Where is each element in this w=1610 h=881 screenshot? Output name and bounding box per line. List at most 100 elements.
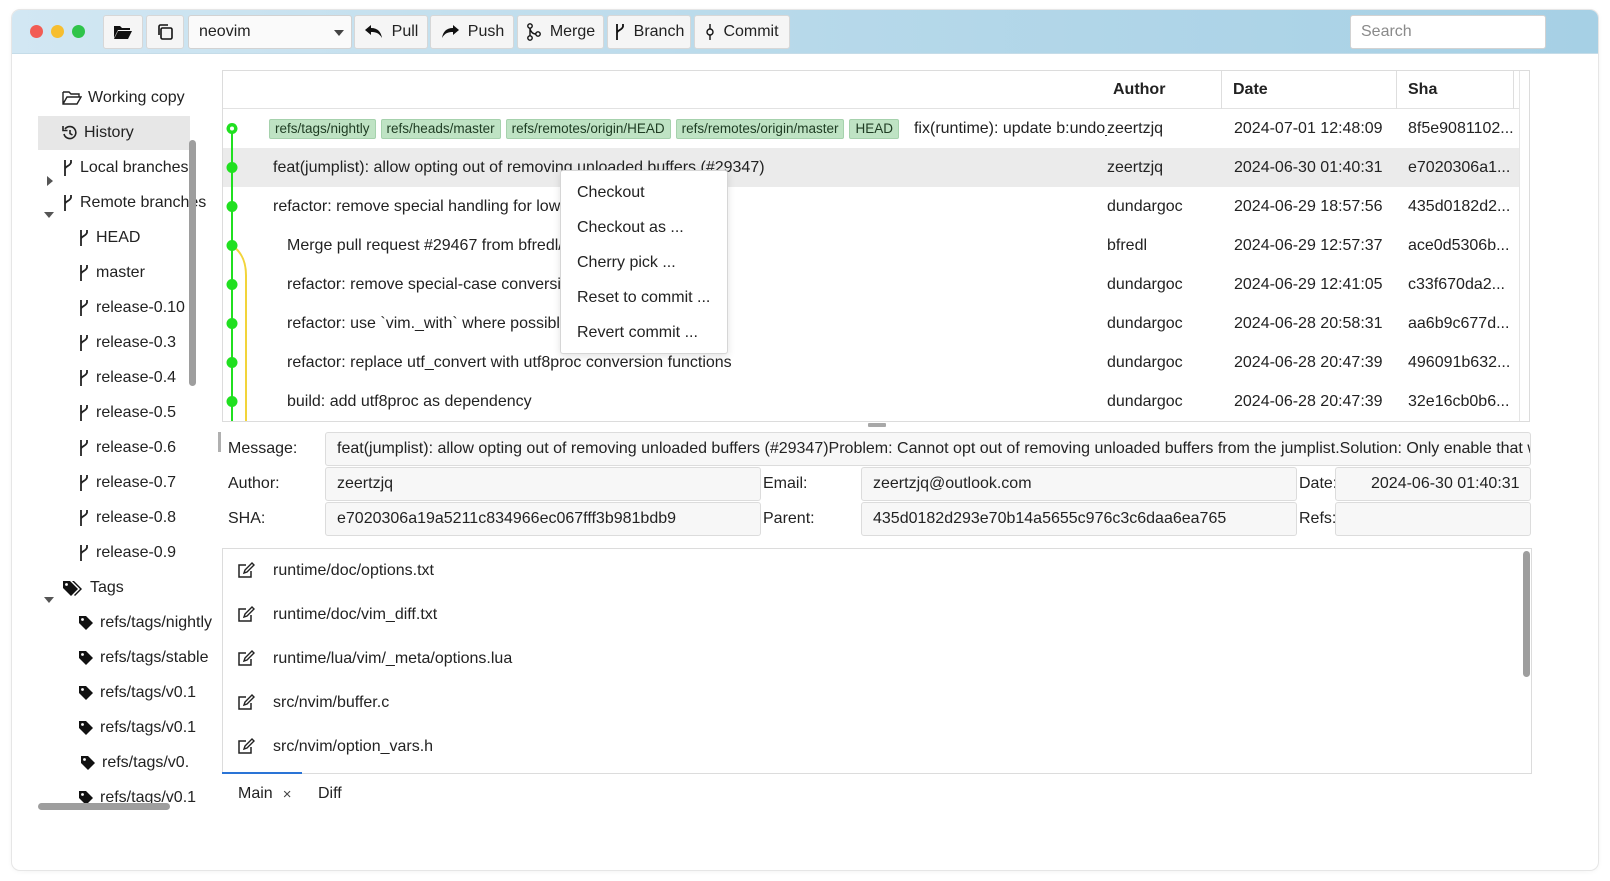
edit-file-icon [237, 606, 255, 629]
push-label: Push [467, 23, 505, 40]
context-menu-item[interactable]: Cherry pick ... [561, 245, 727, 280]
ref-badge[interactable]: HEAD [849, 118, 899, 139]
column-header-date[interactable]: Date [1223, 71, 1268, 109]
branch-icon [80, 545, 88, 561]
open-repo-button[interactable] [103, 15, 143, 49]
ref-badge[interactable]: refs/remotes/origin/HEAD [505, 118, 671, 139]
collapse-arrow-icon[interactable] [44, 212, 54, 218]
context-menu-item[interactable]: Checkout [561, 175, 727, 210]
changed-file-row[interactable]: src/nvim/option_vars.h [223, 725, 1519, 769]
branch-button[interactable]: Branch [607, 15, 691, 49]
chevron-down-icon [334, 30, 344, 36]
commit-message: refactor: remove special handling for lo… [273, 197, 609, 215]
sidebar-item-remote-branch[interactable]: release-0.10 [78, 291, 185, 325]
context-menu-item[interactable]: Reset to commit ... [561, 280, 727, 315]
sidebar-item-remote-branch[interactable]: release-0.8 [78, 501, 176, 535]
graph-commit-dot [226, 240, 238, 251]
history-row[interactable]: refs/tags/nightly refs/heads/master refs/r… [223, 109, 1519, 148]
sidebar-item-tag[interactable]: refs/tags/nightly [78, 606, 212, 640]
email-field[interactable]: zeertzjq@outlook.com [861, 467, 1297, 501]
changed-file-row[interactable]: src/nvim/buffer.c [223, 681, 1519, 725]
column-header-author[interactable]: Author [1103, 71, 1165, 109]
panel-splitter-handle[interactable] [218, 432, 221, 452]
push-button[interactable]: Push [430, 15, 514, 49]
commit-button[interactable]: Commit [694, 15, 790, 49]
date-cell: 2024-07-01 12:48:09 [1234, 119, 1383, 137]
author-field[interactable]: zeertzjq [325, 467, 761, 501]
history-row[interactable]: refactor: remove special-case conversion… [223, 265, 1519, 304]
sidebar-item-remote-branch[interactable]: master [78, 256, 145, 290]
sidebar-item-remote-branch[interactable]: release-0.4 [78, 361, 176, 395]
sidebar-item-remote-branch[interactable]: release-0.3 [78, 326, 176, 360]
tab-main[interactable]: Main × [221, 772, 303, 814]
pull-button[interactable]: Pull [354, 15, 428, 49]
history-row[interactable]: build: add utf8proc as dependency dundarg… [223, 382, 1519, 421]
expand-arrow-icon[interactable] [47, 176, 53, 186]
sidebar-item-remote-branch[interactable]: release-0.6 [78, 431, 176, 465]
close-tab-icon[interactable]: × [283, 786, 292, 803]
sha-field[interactable]: e7020306a19a5211c834966ec067fff3b981bdb9 [325, 502, 761, 536]
sidebar-item-tag[interactable]: refs/tags/v0. [80, 746, 189, 780]
history-row[interactable]: feat(jumplist): allow opting out of remo… [223, 148, 1519, 187]
column-divider[interactable] [1221, 71, 1222, 109]
sidebar-item-local-branches[interactable]: Local branches [62, 151, 189, 185]
file-path: runtime/lua/vim/_meta/options.lua [273, 650, 513, 667]
history-row[interactable]: refactor: replace utf_convert with utf8p… [223, 343, 1519, 382]
sidebar-item-history[interactable]: History [38, 116, 190, 150]
column-divider[interactable] [1396, 71, 1397, 109]
sidebar-item-remote-branches[interactable]: Remote branches [62, 186, 206, 220]
search-input[interactable] [1350, 15, 1546, 49]
edit-file-icon [238, 694, 255, 710]
sidebar-item-remote-branch[interactable]: release-0.7 [78, 466, 176, 500]
tag-icon [79, 686, 93, 700]
ref-badge[interactable]: refs/tags/nightly [269, 118, 376, 139]
sidebar-vertical-scrollbar[interactable] [189, 140, 196, 386]
close-window-button[interactable] [30, 25, 43, 38]
edit-file-icon [237, 650, 255, 673]
sidebar-item-tag[interactable]: refs/tags/v0.1 [78, 676, 196, 710]
maximize-window-button[interactable] [72, 25, 85, 38]
message-field[interactable]: feat(jumplist): allow opting out of remo… [325, 432, 1531, 466]
clone-repo-button[interactable] [146, 15, 184, 49]
panel-splitter-handle[interactable] [868, 423, 886, 427]
tab-diff[interactable]: Diff [318, 774, 342, 814]
sidebar-item-label: release-0.4 [96, 369, 177, 386]
sidebar-item-tag[interactable]: refs/tags/v0.1 [78, 711, 196, 745]
commit-message: refactor: replace utf_convert with utf8p… [287, 353, 732, 371]
history-row[interactable]: refactor: use `vim._with` where possible… [223, 304, 1519, 343]
context-menu-item[interactable]: Checkout as ... [561, 210, 727, 245]
sidebar-item-tags[interactable]: Tags [62, 571, 124, 605]
column-header-sha[interactable]: Sha [1398, 71, 1437, 109]
collapse-arrow-icon[interactable] [44, 597, 54, 603]
repo-select[interactable]: neovim [188, 15, 352, 49]
toolbar: neovim Pull Push Merge Branch Commit [12, 10, 1598, 54]
parent-field[interactable]: 435d0182d293e70b14a5655c976c3c6daa6ea765 [861, 502, 1297, 536]
sidebar-item-remote-branch[interactable]: release-0.9 [78, 536, 176, 570]
ref-badge[interactable]: refs/heads/master [380, 118, 501, 139]
ref-badge[interactable]: refs/remotes/origin/master [675, 118, 845, 139]
changed-file-row[interactable]: runtime/doc/options.txt [223, 549, 1519, 593]
column-divider[interactable] [1513, 71, 1514, 109]
changed-file-row[interactable]: runtime/doc/vim_diff.txt [223, 593, 1519, 637]
files-vertical-scrollbar[interactable] [1523, 551, 1530, 677]
sidebar-horizontal-scrollbar[interactable] [38, 803, 170, 810]
tags-icon [63, 581, 82, 596]
author-cell: zeertzjq [1107, 158, 1164, 176]
sidebar-item-tag[interactable]: refs/tags/stable [78, 641, 209, 675]
history-row[interactable]: refactor: remove special handling for lo… [223, 187, 1519, 226]
undo-arrow-icon [364, 25, 382, 38]
minimize-window-button[interactable] [51, 25, 64, 38]
refs-field[interactable] [1335, 502, 1531, 536]
context-menu-item[interactable]: Revert commit ... [561, 315, 727, 350]
tab-label: Main [238, 785, 273, 802]
sidebar-item-remote-branch[interactable]: HEAD [78, 221, 140, 255]
history-vertical-scrollbar[interactable] [1519, 71, 1529, 421]
graph-branch-line [231, 244, 247, 421]
sidebar-item-working-copy[interactable]: Working copy [62, 81, 185, 115]
sidebar-item-remote-branch[interactable]: release-0.5 [78, 396, 176, 430]
branch-icon [80, 370, 88, 386]
merge-button[interactable]: Merge [517, 15, 604, 49]
date-field[interactable]: 2024-06-30 01:40:31 [1335, 467, 1531, 501]
changed-file-row[interactable]: runtime/lua/vim/_meta/options.lua [223, 637, 1519, 681]
history-row[interactable]: Merge pull request #29467 from bfredl/sh… [223, 226, 1519, 265]
